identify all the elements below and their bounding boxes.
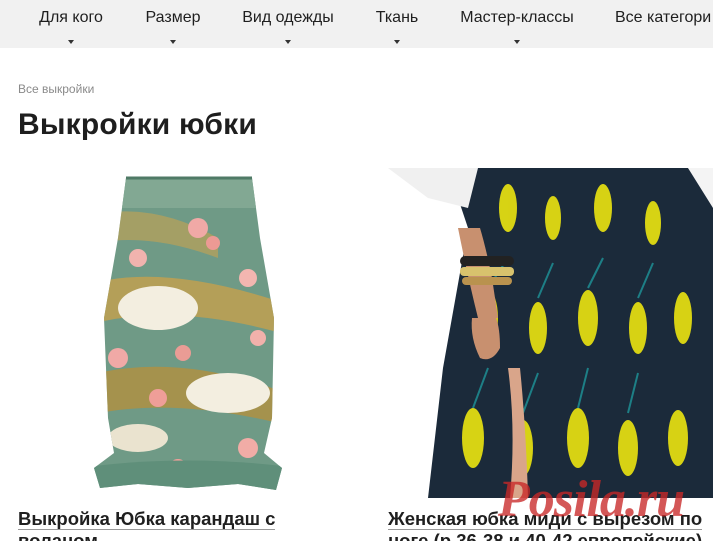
nav-item-label: Мастер-классы: [460, 9, 574, 26]
nav-item-master-classes[interactable]: Мастер-классы: [459, 0, 575, 48]
nav-item-clothing-type[interactable]: Вид одежды: [241, 0, 335, 48]
product-title-link[interactable]: Выкройка Юбка карандаш с воланом: [18, 508, 358, 541]
product-image-pencil-skirt[interactable]: [18, 168, 358, 498]
nav-item-size[interactable]: Размер: [144, 0, 202, 48]
watermark-logo: Posila.ru: [498, 471, 685, 528]
chevron-down-icon: [514, 40, 520, 44]
top-navigation: Для кого Размер Вид одежды Ткань Мастер-…: [0, 0, 713, 48]
page-title: Выкройки юбки: [18, 108, 257, 141]
product-card[interactable]: Выкройка Юбка карандаш с воланом: [18, 168, 358, 541]
chevron-down-icon: [170, 40, 176, 44]
chevron-down-icon: [394, 40, 400, 44]
product-title: Выкройка Юбка карандаш с воланом: [18, 508, 276, 541]
nav-item-fabric[interactable]: Ткань: [375, 0, 419, 48]
nav-item-label: Ткань: [375, 9, 419, 26]
nav-item-label: Для кого: [39, 9, 103, 26]
nav-item-label: Все категори: [615, 9, 712, 26]
breadcrumb[interactable]: Все выкройки: [18, 82, 94, 96]
product-image-midi-skirt[interactable]: [388, 168, 713, 498]
chevron-down-icon: [68, 40, 74, 44]
nav-item-all-categories[interactable]: Все категори: [615, 0, 713, 48]
chevron-down-icon: [285, 40, 291, 44]
nav-item-for-whom[interactable]: Для кого: [38, 0, 104, 48]
nav-item-label: Вид одежды: [242, 9, 334, 26]
nav-item-label: Размер: [145, 9, 201, 26]
